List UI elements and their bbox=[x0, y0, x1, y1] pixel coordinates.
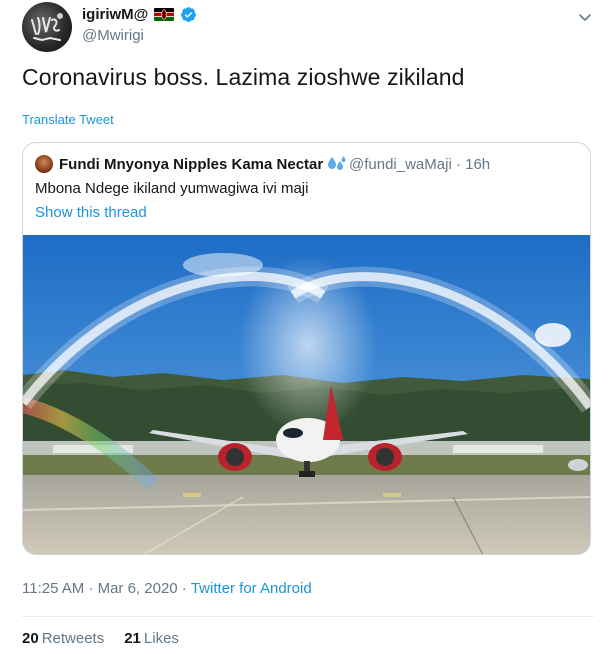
likes-stat[interactable]: 21 Likes bbox=[124, 630, 179, 647]
avatar[interactable] bbox=[22, 2, 72, 52]
tweet-text: Coronavirus boss. Lazima zioshwe zikilan… bbox=[22, 64, 465, 90]
retweets-stat[interactable]: 20 Retweets bbox=[22, 630, 104, 647]
translate-tweet-link[interactable]: Translate Tweet bbox=[22, 112, 114, 127]
retweets-count: 20 bbox=[22, 630, 39, 647]
chevron-down-icon[interactable] bbox=[576, 8, 594, 26]
kenya-flag-icon bbox=[154, 8, 175, 21]
quoted-text: Mbona Ndege ikiland yumwagiwa ivi maji bbox=[35, 180, 309, 197]
tweet-stats: 20 Retweets 21 Likes bbox=[22, 630, 179, 647]
tweet-source-link[interactable]: Twitter for Android bbox=[191, 580, 312, 597]
quoted-avatar[interactable] bbox=[35, 155, 53, 173]
likes-count: 21 bbox=[124, 630, 141, 647]
quoted-handle-time[interactable]: @fundi_waMaji · 16h bbox=[349, 156, 490, 173]
tweet-card: igiriwM@ @Mwirigi Coronavirus boss. Lazi… bbox=[0, 0, 612, 664]
quoted-name-row[interactable]: Fundi Mnyonya Nipples Kama Nectar bbox=[59, 155, 347, 173]
author-name-row[interactable]: igiriwM@ bbox=[82, 6, 197, 23]
divider bbox=[22, 616, 594, 617]
tweet-timestamp[interactable]: 11:25 AM · Mar 6, 2020 · bbox=[22, 580, 187, 597]
tweet-meta: 11:25 AM · Mar 6, 2020 · Twitter for And… bbox=[22, 580, 312, 597]
retweets-label: Retweets bbox=[41, 630, 105, 647]
likes-label: Likes bbox=[143, 630, 179, 647]
show-thread-link[interactable]: Show this thread bbox=[35, 204, 147, 221]
sweat-droplets-icon bbox=[327, 155, 347, 173]
quoted-tweet[interactable]: Fundi Mnyonya Nipples Kama Nectar @fundi… bbox=[22, 142, 591, 555]
quoted-author-name[interactable]: Fundi Mnyonya Nipples Kama Nectar bbox=[59, 156, 323, 173]
verified-badge-icon bbox=[180, 6, 197, 23]
author-handle[interactable]: @Mwirigi bbox=[82, 27, 144, 44]
quoted-photo[interactable] bbox=[23, 235, 590, 554]
author-name[interactable]: igiriwM@ bbox=[82, 6, 148, 23]
